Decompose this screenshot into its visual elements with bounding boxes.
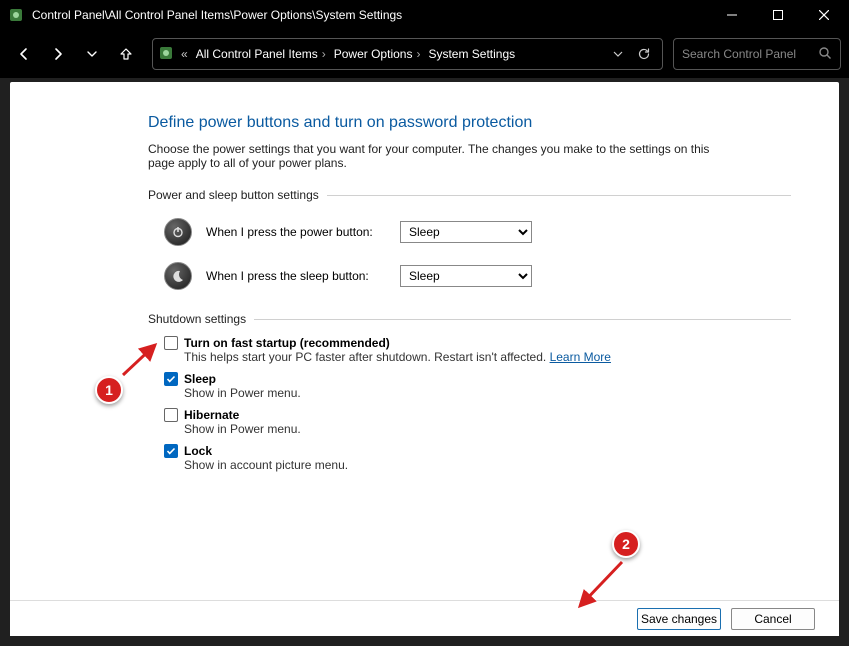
control-panel-crumb-icon [159,46,175,62]
hibernate-checkbox[interactable] [164,408,178,422]
section-shutdown-header: Shutdown settings [148,312,791,326]
sleep-checkbox[interactable] [164,372,178,386]
lock-desc: Show in account picture menu. [184,458,791,472]
refresh-button[interactable] [632,38,656,70]
sleep-button-row: When I press the sleep button: Sleep [164,262,791,290]
sleep-button-select[interactable]: Sleep [400,265,532,287]
cancel-button[interactable]: Cancel [731,608,815,630]
annotation-badge-2: 2 [612,530,640,558]
power-button-row: When I press the power button: Sleep [164,218,791,246]
section-power-sleep-header: Power and sleep button settings [148,188,791,202]
fast-startup-desc: This helps start your PC faster after sh… [184,350,791,364]
fast-startup-title: Turn on fast startup (recommended) [184,336,390,350]
shutdown-settings-list: Turn on fast startup (recommended) This … [164,336,791,472]
forward-button[interactable] [42,38,74,70]
sleep-title: Sleep [184,372,216,386]
up-button[interactable] [110,38,142,70]
crumb-power-options[interactable]: Power Options› [330,47,425,61]
learn-more-link[interactable]: Learn More [550,350,611,364]
crumb-prefix[interactable]: « [181,47,188,61]
sleep-button-icon [164,262,192,290]
content-area: Define power buttons and turn on passwor… [10,82,839,636]
recent-locations-button[interactable] [76,38,108,70]
lock-title: Lock [184,444,212,458]
crumb-system-settings[interactable]: System Settings [424,47,519,61]
hibernate-title: Hibernate [184,408,239,422]
window-title: Control Panel\All Control Panel Items\Po… [32,8,709,22]
control-panel-icon [8,7,24,23]
page-title: Define power buttons and turn on passwor… [148,114,791,132]
sleep-desc: Show in Power menu. [184,386,791,400]
page-description: Choose the power settings that you want … [148,142,728,170]
power-button-label: When I press the power button: [206,225,386,239]
sleep-item: Sleep Show in Power menu. [164,372,791,400]
maximize-button[interactable] [755,0,801,30]
back-button[interactable] [8,38,40,70]
crumb-all-items[interactable]: All Control Panel Items› [192,47,330,61]
search-placeholder: Search Control Panel [682,47,796,61]
search-input[interactable]: Search Control Panel [673,38,841,70]
lock-checkbox[interactable] [164,444,178,458]
power-button-select[interactable]: Sleep [400,221,532,243]
hibernate-item: Hibernate Show in Power menu. [164,408,791,436]
annotation-badge-1: 1 [95,376,123,404]
address-dropdown-button[interactable] [606,38,630,70]
lock-item: Lock Show in account picture menu. [164,444,791,472]
fast-startup-item: Turn on fast startup (recommended) This … [164,336,791,364]
fast-startup-checkbox[interactable] [164,336,178,350]
power-button-icon [164,218,192,246]
search-icon [818,46,832,63]
close-button[interactable] [801,0,847,30]
footer-bar: Save changes Cancel [10,600,839,636]
save-button[interactable]: Save changes [637,608,721,630]
minimize-button[interactable] [709,0,755,30]
hibernate-desc: Show in Power menu. [184,422,791,436]
title-bar: Control Panel\All Control Panel Items\Po… [0,0,849,30]
nav-bar: « All Control Panel Items› Power Options… [0,30,849,78]
address-bar[interactable]: « All Control Panel Items› Power Options… [152,38,663,70]
sleep-button-label: When I press the sleep button: [206,269,386,283]
